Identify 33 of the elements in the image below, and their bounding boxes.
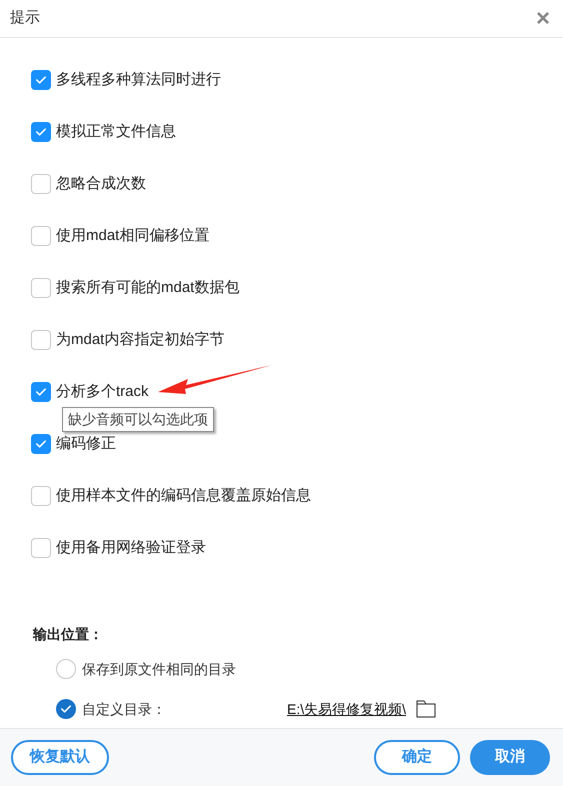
option-label: 搜索所有可能的mdat数据包 — [56, 278, 240, 298]
option-label: 编码修正 — [56, 434, 116, 454]
option-label: 为mdat内容指定初始字节 — [56, 330, 224, 350]
radio-label: 保存到原文件相同的目录 — [82, 660, 237, 678]
option-label: 使用备用网络验证登录 — [56, 538, 206, 558]
option-label: 使用mdat相同偏移位置 — [56, 226, 210, 246]
option-label: 模拟正常文件信息 — [56, 122, 176, 142]
option-label: 使用样本文件的编码信息覆盖原始信息 — [56, 486, 311, 506]
outline-button[interactable]: 恢复默认 — [11, 740, 109, 775]
option-label: 忽略合成次数 — [56, 174, 146, 194]
checkbox[interactable] — [31, 122, 51, 142]
window-title: 提示 — [10, 8, 40, 28]
checkbox[interactable] — [31, 434, 51, 454]
checkbox[interactable] — [31, 330, 51, 350]
section-heading: 输出位置： — [33, 625, 104, 644]
option-label: 多线程多种算法同时进行 — [56, 70, 221, 90]
checkbox[interactable] — [31, 382, 51, 402]
folder-icon[interactable] — [416, 700, 436, 718]
checkbox[interactable] — [31, 226, 51, 246]
outline-button[interactable]: 确定 — [374, 740, 460, 775]
checkbox[interactable] — [31, 174, 51, 194]
radio-label: 自定义目录： — [82, 700, 167, 718]
primary-button[interactable]: 取消 — [470, 740, 550, 775]
option-label: 分析多个track — [56, 382, 149, 402]
checkbox[interactable] — [31, 278, 51, 298]
checkbox[interactable] — [31, 486, 51, 506]
folder-path-link[interactable]: E:\失易得修复视频\ — [287, 698, 406, 720]
radio-button[interactable] — [56, 699, 76, 719]
tooltip: 缺少音频可以勾选此项 — [62, 407, 214, 432]
radio-button[interactable] — [56, 659, 76, 679]
checkbox[interactable] — [31, 538, 51, 558]
checkbox[interactable] — [31, 70, 51, 90]
close-button[interactable]: × — [533, 8, 553, 28]
